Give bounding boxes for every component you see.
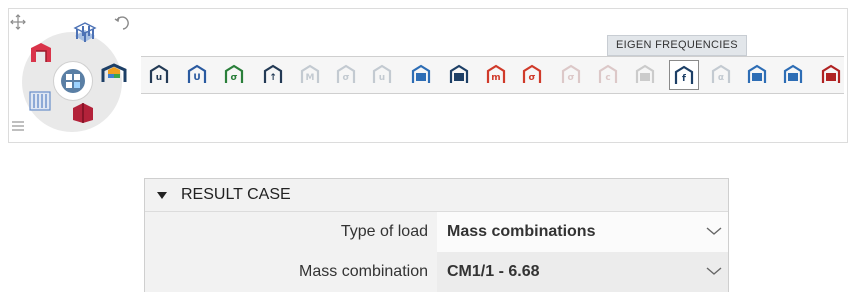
deformation-u-icon[interactable]: u [148, 63, 170, 85]
svg-text:c: c [605, 73, 610, 83]
mesh-result-icon[interactable] [634, 63, 656, 85]
stress-sigma-frame-icon[interactable]: σ [223, 63, 245, 85]
svg-text:↑: ↑ [269, 73, 277, 83]
tooltip: EIGEN FREQUENCIES [607, 35, 747, 56]
move-icon[interactable] [10, 14, 26, 30]
eigen-frequencies-icon[interactable]: f [669, 60, 699, 90]
result-table-icon[interactable] [746, 63, 768, 85]
support-reaction-icon[interactable]: ↑ [262, 63, 284, 85]
eigen-alpha-icon[interactable]: α [710, 63, 732, 85]
surface-result-icon[interactable] [410, 63, 432, 85]
svg-text:u: u [379, 73, 385, 83]
result-case-panel: RESULT CASE Type of load Mass combinatio… [144, 178, 729, 292]
building-model-icon[interactable] [71, 22, 99, 48]
svg-text:σ: σ [528, 73, 535, 83]
svg-text:u: u [156, 73, 162, 83]
mass-combination-row: Mass combination CM1/1 - 6.68 [145, 252, 728, 292]
display-options-icon[interactable] [100, 62, 128, 84]
surface-dim-c-icon[interactable]: c [597, 63, 619, 85]
svg-text:f: f [682, 74, 686, 84]
surface-sigma-contour-icon[interactable]: σ [521, 63, 543, 85]
surface-m-contour-icon[interactable]: m [485, 63, 507, 85]
deformation-u-colored-icon[interactable]: U [186, 63, 208, 85]
rotate-icon[interactable] [114, 14, 132, 32]
svg-text:m: m [491, 73, 500, 83]
frame-structure-icon[interactable] [28, 40, 54, 64]
svg-text:M: M [306, 73, 315, 83]
svg-text:α: α [718, 73, 724, 83]
type-of-load-row: Type of load Mass combinations [145, 212, 728, 252]
section-cut-icon[interactable] [69, 100, 97, 124]
beam-deformation-icon[interactable]: u [371, 63, 393, 85]
type-of-load-label: Type of load [340, 223, 428, 240]
mass-combination-select[interactable]: CM1/1 - 6.68 [437, 252, 728, 292]
type-of-load-value: Mass combinations [447, 223, 596, 240]
solid-result-icon[interactable] [448, 63, 470, 85]
chevron-down-icon[interactable] [706, 225, 722, 237]
svg-text:σ: σ [230, 73, 237, 83]
chevron-down-icon[interactable] [706, 265, 722, 277]
internal-force-m-icon[interactable]: M [299, 63, 321, 85]
building-drift-icon[interactable] [820, 63, 842, 85]
internal-stress-sigma-icon[interactable]: σ [335, 63, 357, 85]
wheel-center-button[interactable] [61, 69, 85, 93]
svg-text:σ: σ [567, 73, 574, 83]
menu-icon[interactable] [11, 120, 25, 132]
result-case-title: RESULT CASE [181, 186, 291, 203]
result-case-header[interactable]: RESULT CASE [145, 179, 728, 212]
result-table-node-icon[interactable] [782, 63, 804, 85]
result-grid-icon [66, 74, 80, 88]
svg-text:σ: σ [342, 73, 349, 83]
svg-text:U: U [193, 73, 200, 83]
collapse-triangle-icon[interactable] [157, 191, 167, 199]
surface-dim-result-icon[interactable]: σ [560, 63, 582, 85]
type-of-load-select[interactable]: Mass combinations [437, 212, 728, 252]
mass-combination-value: CM1/1 - 6.68 [447, 263, 540, 280]
load-cases-icon[interactable] [27, 88, 53, 112]
mass-combination-label: Mass combination [299, 263, 428, 280]
